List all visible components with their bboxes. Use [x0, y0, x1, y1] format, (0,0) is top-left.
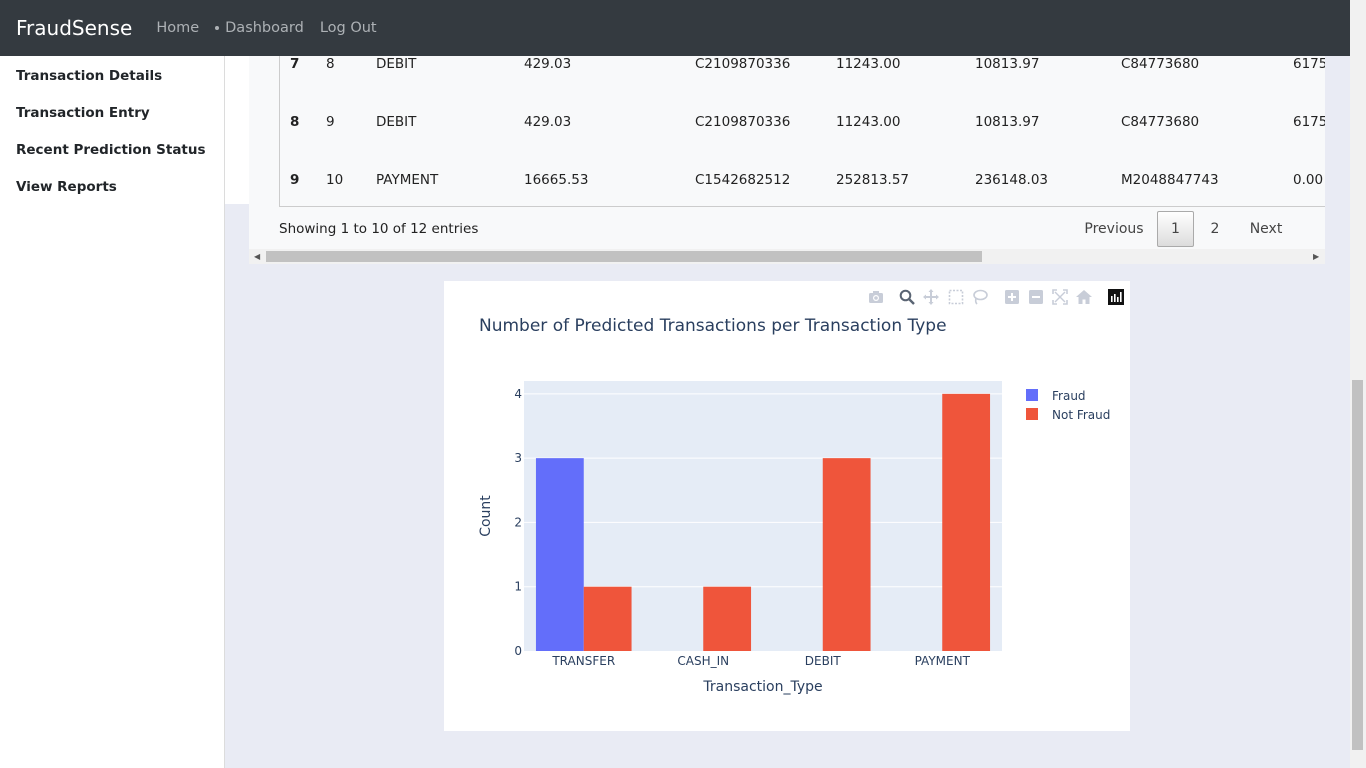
type-cell: PAYMENT — [376, 172, 439, 188]
chart-card: Number of Predicted Transactions per Tra… — [444, 281, 1130, 731]
x-tick-label: DEBIT — [805, 654, 842, 668]
step-cell: 8 — [326, 56, 335, 72]
step-cell: 9 — [326, 114, 335, 130]
x-tick-label: PAYMENT — [915, 654, 971, 668]
new-balance-origin-cell: 10813.97 — [975, 114, 1040, 130]
pagination-next[interactable]: Next — [1241, 211, 1291, 247]
sidebar: Transaction Details Transaction Entry Re… — [0, 56, 225, 768]
row-index-cell: 8 — [290, 114, 300, 130]
sidebar-extension — [225, 56, 249, 204]
y-tick-label: 1 — [514, 580, 522, 594]
sidebar-item-view-reports[interactable]: View Reports — [16, 179, 117, 195]
amount-cell: 429.03 — [524, 56, 572, 72]
active-dot-icon — [215, 26, 220, 30]
type-cell: DEBIT — [376, 56, 417, 72]
nav-dashboard-label: Dashboard — [225, 20, 304, 36]
y-tick-label: 3 — [514, 451, 522, 465]
legend-label: Not Fraud — [1052, 408, 1110, 422]
old-balance-origin-cell: 11243.00 — [836, 114, 901, 130]
y-tick-label: 2 — [514, 515, 522, 529]
top-navbar: FraudSense Home Dashboard Log Out — [0, 0, 1350, 56]
bar-not-fraud — [583, 586, 632, 651]
bar-fraud — [535, 458, 584, 651]
nav-logout-link[interactable]: Log Out — [320, 20, 377, 36]
pagination-page-2[interactable]: 2 — [1197, 211, 1233, 247]
old-balance-dest-cell: 0.00 — [1293, 172, 1324, 188]
vertical-scroll-thumb[interactable] — [1352, 380, 1363, 750]
table-info-text: Showing 1 to 10 of 12 entries — [279, 221, 479, 237]
step-cell: 10 — [326, 172, 344, 188]
y-tick-label: 4 — [514, 387, 522, 401]
amount-cell: 429.03 — [524, 114, 572, 130]
origin-account-cell: C1542682512 — [695, 172, 791, 188]
brand-logo[interactable]: FraudSense — [16, 16, 132, 40]
old-balance-origin-cell: 11243.00 — [836, 56, 901, 72]
old-balance-origin-cell: 252813.57 — [836, 172, 910, 188]
legend-swatch — [1026, 389, 1038, 401]
origin-account-cell: C2109870336 — [695, 114, 791, 130]
sidebar-item-transaction-details[interactable]: Transaction Details — [16, 68, 162, 84]
amount-cell: 16665.53 — [524, 172, 589, 188]
pagination-previous[interactable]: Previous — [1079, 211, 1149, 247]
x-tick-label: TRANSFER — [551, 654, 615, 668]
transactions-table-card: 7 8 DEBIT 429.03 C2109870336 11243.00 10… — [249, 56, 1325, 264]
old-balance-dest-cell: 61757 — [1293, 56, 1325, 72]
horizontal-scrollbar[interactable]: ◀ ▶ — [249, 249, 1325, 264]
y-tick-label: 0 — [514, 644, 522, 658]
nav-home-link[interactable]: Home — [156, 20, 199, 36]
sidebar-item-transaction-entry[interactable]: Transaction Entry — [16, 105, 150, 121]
bar-not-fraud — [942, 393, 991, 651]
scroll-right-arrow-icon[interactable]: ▶ — [1313, 252, 1319, 261]
row-index-cell: 9 — [290, 172, 300, 188]
x-axis-label: Transaction_Type — [702, 679, 822, 695]
transactions-table: 7 8 DEBIT 429.03 C2109870336 11243.00 10… — [279, 56, 1325, 207]
horizontal-scroll-thumb[interactable] — [266, 251, 982, 262]
origin-account-cell: C2109870336 — [695, 56, 791, 72]
legend-swatch — [1026, 408, 1038, 420]
type-cell: DEBIT — [376, 114, 417, 130]
bar-not-fraud — [703, 586, 752, 651]
bar-chart: 0 1 2 3 4 TRANSFER CASH_IN DEBIT PAYMENT Transact… — [478, 381, 1110, 695]
scroll-left-arrow-icon[interactable]: ◀ — [254, 252, 260, 261]
old-balance-dest-cell: 61757 — [1293, 114, 1325, 130]
row-index-cell: 7 — [290, 56, 300, 72]
bar-not-fraud — [822, 458, 871, 651]
y-axis-label: Count — [478, 495, 494, 537]
table-row[interactable]: 7 8 DEBIT 429.03 C2109870336 11243.00 10… — [280, 56, 1325, 76]
table-row[interactable]: 8 9 DEBIT 429.03 C2109870336 11243.00 10… — [280, 114, 1325, 134]
sidebar-item-recent-prediction-status[interactable]: Recent Prediction Status — [16, 142, 206, 158]
destination-account-cell: C84773680 — [1121, 114, 1200, 130]
pagination-page-1[interactable]: 1 — [1157, 211, 1194, 247]
new-balance-origin-cell: 10813.97 — [975, 56, 1040, 72]
legend-label: Fraud — [1052, 389, 1086, 403]
table-row[interactable]: 9 10 PAYMENT 16665.53 C1542682512 252813… — [280, 172, 1325, 192]
x-tick-label: CASH_IN — [677, 654, 729, 668]
nav-dashboard-link[interactable]: Dashboard — [215, 20, 304, 36]
destination-account-cell: M2048847743 — [1121, 172, 1219, 188]
destination-account-cell: C84773680 — [1121, 56, 1200, 72]
new-balance-origin-cell: 236148.03 — [975, 172, 1049, 188]
